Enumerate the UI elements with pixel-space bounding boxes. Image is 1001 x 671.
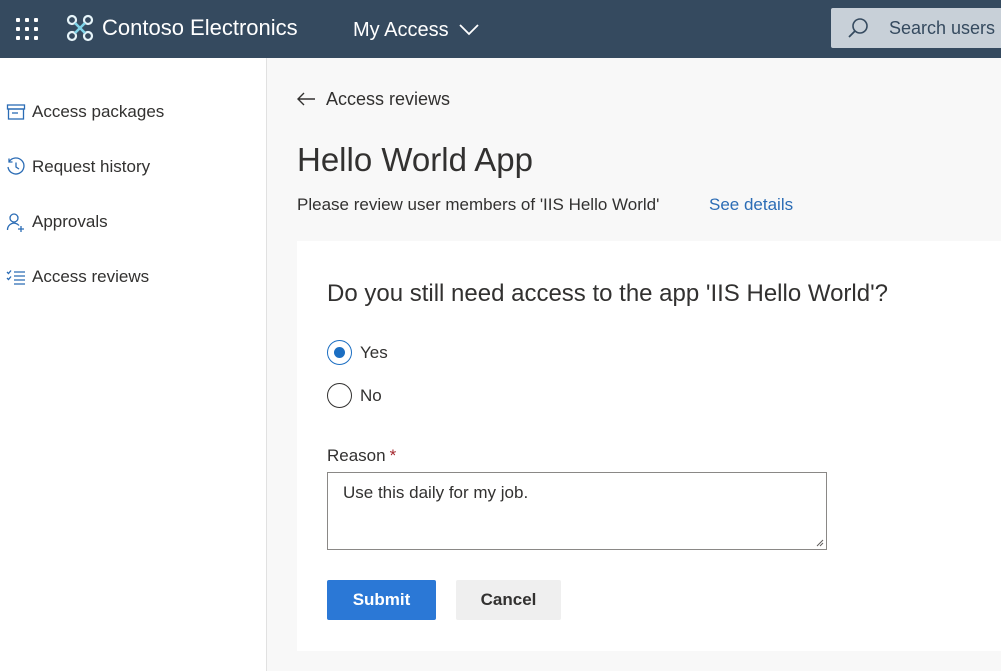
package-icon bbox=[6, 101, 28, 123]
app-name: My Access bbox=[353, 19, 449, 41]
cancel-button[interactable]: Cancel bbox=[456, 580, 561, 620]
radio-option-yes[interactable]: Yes bbox=[327, 340, 388, 365]
required-marker: * bbox=[389, 446, 397, 465]
arrow-left-icon bbox=[296, 88, 318, 110]
reason-label-text: Reason bbox=[327, 446, 386, 465]
checklist-icon bbox=[6, 266, 28, 288]
page-title: Hello World App bbox=[297, 141, 534, 178]
app-switcher[interactable]: My Access bbox=[353, 16, 479, 44]
sidebar-item-request-history[interactable]: Request history bbox=[6, 152, 150, 182]
radio-label-no: No bbox=[360, 385, 382, 405]
submit-button[interactable]: Submit bbox=[327, 580, 436, 620]
sidebar-item-label: Request history bbox=[32, 157, 151, 176]
sidebar-item-access-reviews[interactable]: Access reviews bbox=[6, 262, 149, 292]
back-link[interactable]: Access reviews bbox=[296, 88, 450, 110]
search-box[interactable]: Search users bbox=[831, 8, 1001, 48]
contoso-logo-icon bbox=[66, 14, 94, 42]
top-bar: Contoso Electronics My Access Search use… bbox=[0, 0, 1001, 58]
sidebar-item-access-packages[interactable]: Access packages bbox=[6, 97, 164, 127]
sidebar-item-label: Approvals bbox=[32, 212, 108, 231]
reason-label: Reason * bbox=[327, 446, 396, 466]
radio-button-yes[interactable] bbox=[327, 340, 352, 365]
reason-textarea[interactable]: Use this daily for my job. bbox=[327, 472, 827, 550]
search-icon bbox=[848, 18, 868, 38]
sidebar: Access packages Request history Approval… bbox=[0, 58, 267, 671]
review-question: Do you still need access to the app 'IIS… bbox=[327, 280, 889, 307]
search-placeholder: Search users bbox=[889, 17, 996, 38]
reason-text: Use this daily for my job. bbox=[343, 483, 529, 502]
back-link-label: Access reviews bbox=[326, 88, 451, 109]
chevron-down-icon bbox=[458, 24, 479, 36]
waffle-icon[interactable] bbox=[16, 18, 38, 40]
page-subtitle: Please review user members of 'IIS Hello… bbox=[297, 195, 660, 214]
review-form-card: Do you still need access to the app 'IIS… bbox=[297, 241, 1001, 651]
sidebar-item-label: Access packages bbox=[32, 102, 165, 121]
sidebar-item-approvals[interactable]: Approvals bbox=[6, 207, 108, 237]
radio-option-no[interactable]: No bbox=[327, 383, 382, 408]
history-icon bbox=[6, 156, 28, 178]
radio-label-yes: Yes bbox=[360, 342, 388, 362]
person-add-icon bbox=[6, 211, 28, 233]
resize-grip-icon[interactable] bbox=[814, 537, 824, 547]
sidebar-item-label: Access reviews bbox=[32, 267, 150, 286]
brand-name: Contoso Electronics bbox=[102, 15, 298, 40]
see-details-link[interactable]: See details bbox=[709, 194, 793, 216]
radio-button-no[interactable] bbox=[327, 383, 352, 408]
